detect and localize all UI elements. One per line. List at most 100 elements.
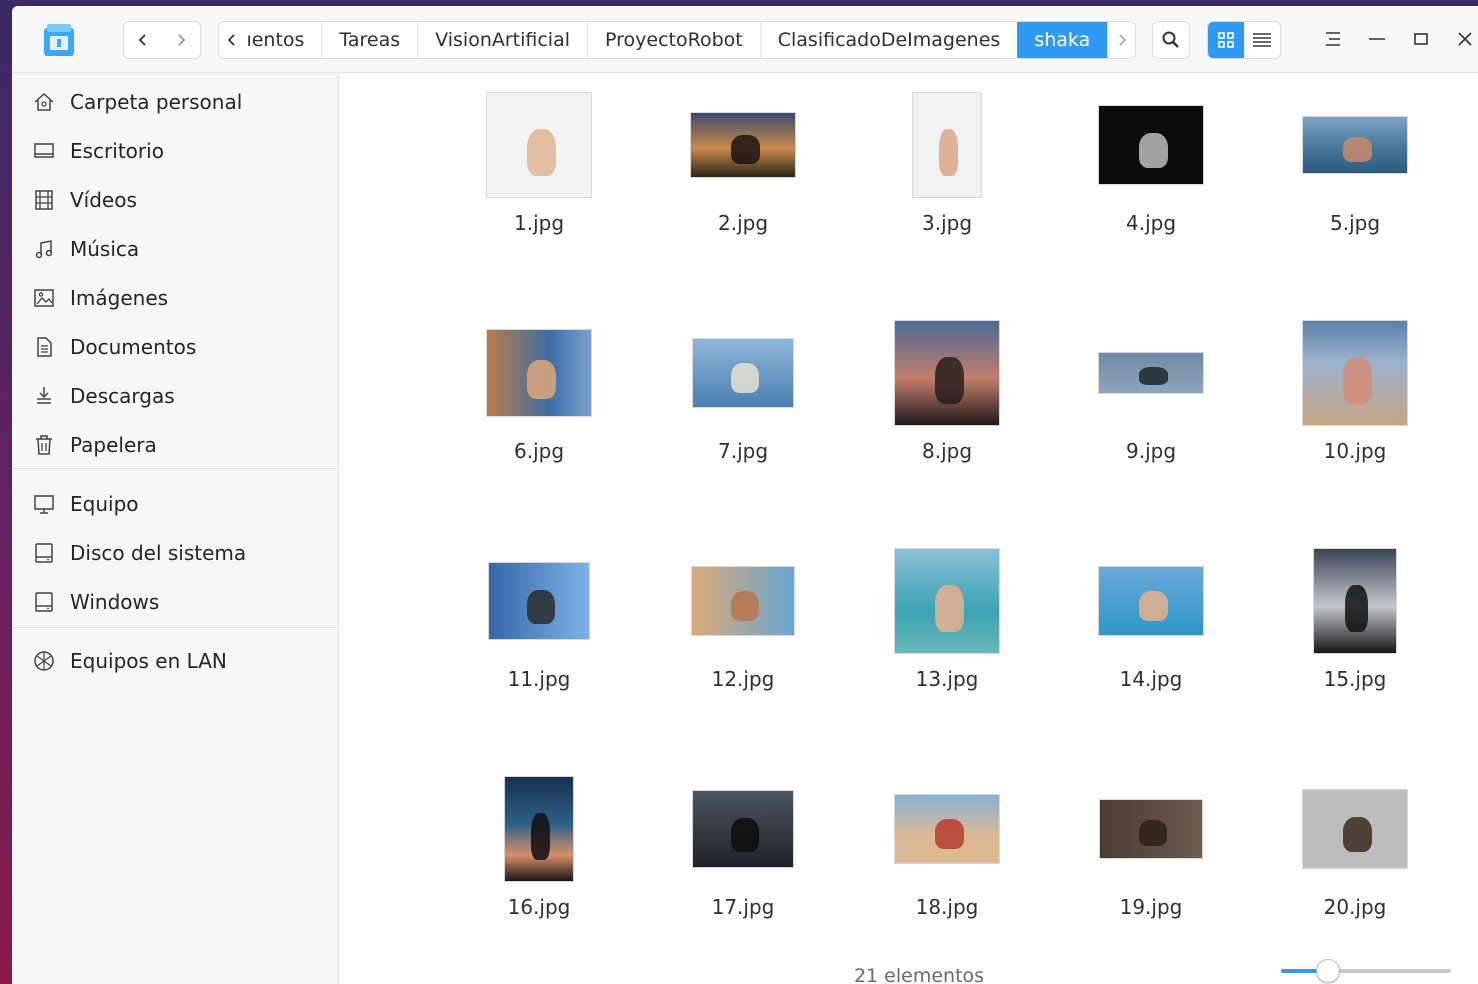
image-thumbnail (1303, 321, 1407, 425)
chevron-right-icon (178, 34, 186, 46)
icon-view-button[interactable] (1208, 22, 1244, 58)
file-name: 1.jpg (513, 211, 565, 235)
sidebar-item[interactable]: Carpeta personal (12, 80, 338, 124)
breadcrumb-item[interactable]: ProyectoRobot (587, 22, 760, 58)
file-item[interactable]: 15.jpg (1270, 541, 1440, 741)
file-item[interactable]: 17.jpg (658, 769, 828, 969)
sidebar-item[interactable]: Música (12, 227, 338, 271)
breadcrumb-item[interactable]: ClasificadoDeImagenes (759, 22, 1018, 58)
thumbnail-subject (730, 590, 760, 622)
menu-button[interactable] (1318, 24, 1348, 54)
sidebar-item[interactable]: Escritorio (12, 129, 338, 173)
search-button[interactable] (1152, 21, 1190, 59)
breadcrumb-item[interactable]: VisionArtificial (417, 22, 587, 58)
thumbnail-subject (1342, 817, 1372, 853)
breadcrumb-item[interactable]: shaka (1017, 22, 1108, 58)
file-item[interactable]: 9.jpg (1066, 313, 1236, 513)
sidebar-item-label: Música (70, 237, 140, 261)
file-item[interactable]: 12.jpg (658, 541, 828, 741)
sidebar-item[interactable]: Papelera (12, 423, 338, 467)
file-name: 8.jpg (921, 439, 973, 463)
thumbnail-subject (730, 135, 760, 165)
music-icon (30, 235, 58, 263)
file-item[interactable]: 14.jpg (1066, 541, 1236, 741)
file-name: 14.jpg (1119, 667, 1183, 691)
file-item[interactable]: 16.jpg (454, 769, 624, 969)
image-icon (30, 284, 58, 312)
thumbnail-subject (934, 585, 964, 633)
thumbnail-frame (454, 769, 624, 889)
file-item[interactable]: 10.jpg (1270, 313, 1440, 513)
file-item[interactable]: 4.jpg (1066, 85, 1236, 285)
image-thumbnail (1314, 549, 1396, 653)
file-name: 18.jpg (915, 895, 979, 919)
list-icon (1253, 33, 1271, 47)
sidebar-item-label: Windows (70, 590, 160, 614)
chevron-left-icon (227, 34, 235, 46)
list-view-button[interactable] (1244, 22, 1280, 58)
file-name: 10.jpg (1323, 439, 1387, 463)
close-button[interactable] (1450, 24, 1478, 54)
image-thumbnail (1100, 800, 1202, 858)
sidebar-item[interactable]: Equipos en LAN (12, 639, 338, 683)
thumbnail-frame (1270, 541, 1440, 661)
image-thumbnail (895, 795, 999, 863)
file-name: 20.jpg (1323, 895, 1387, 919)
sidebar-item[interactable]: Imágenes (12, 276, 338, 320)
thumbnail-frame (658, 769, 828, 889)
image-thumbnail (1303, 790, 1407, 868)
file-name: 9.jpg (1125, 439, 1177, 463)
thumbnail-subject (1138, 590, 1168, 622)
file-item[interactable]: 18.jpg (862, 769, 1032, 969)
thumbnail-frame (454, 541, 624, 661)
breadcrumb-scroll-right-button[interactable] (1107, 22, 1135, 58)
sidebar-item[interactable]: Descargas (12, 374, 338, 418)
minimize-button[interactable] (1362, 24, 1392, 54)
image-thumbnail (693, 791, 793, 867)
file-item[interactable]: 8.jpg (862, 313, 1032, 513)
zoom-slider[interactable] (1281, 959, 1451, 983)
file-item[interactable]: 7.jpg (658, 313, 828, 513)
breadcrumb-item[interactable]: Tareas (321, 22, 417, 58)
thumbnail-frame (862, 769, 1032, 889)
file-item[interactable]: 3.jpg (862, 85, 1032, 285)
maximize-button[interactable] (1406, 24, 1436, 54)
close-icon (1458, 32, 1472, 46)
thumbnail-subject (527, 589, 555, 624)
sidebar-item[interactable]: Windows (12, 580, 338, 624)
sidebar-item[interactable]: Equipo (12, 482, 338, 526)
image-thumbnail (487, 93, 591, 197)
file-name: 12.jpg (711, 667, 775, 691)
file-item[interactable]: 6.jpg (454, 313, 624, 513)
sidebar-item[interactable]: Documentos (12, 325, 338, 369)
file-name: 16.jpg (507, 895, 571, 919)
image-thumbnail (1099, 106, 1203, 184)
file-item[interactable]: 19.jpg (1066, 769, 1236, 969)
sidebar-item-label: Equipo (70, 492, 139, 516)
disk-icon (30, 588, 58, 616)
file-name: 17.jpg (711, 895, 775, 919)
breadcrumb-scroll-left-button[interactable] (219, 22, 244, 58)
file-item[interactable]: 11.jpg (454, 541, 624, 741)
disk-icon (30, 539, 58, 567)
file-item[interactable]: 2.jpg (658, 85, 828, 285)
file-grid: 21 elementos 1.jpg 2.jpg 3.jpg 4.jpg 5.jpg 6.… (339, 73, 1478, 984)
file-item[interactable]: 1.jpg (454, 85, 624, 285)
breadcrumb-item[interactable]: ıentos (244, 22, 321, 58)
file-name: 19.jpg (1119, 895, 1183, 919)
file-item[interactable]: 20.jpg (1270, 769, 1440, 969)
file-item[interactable]: 13.jpg (862, 541, 1032, 741)
trash-icon (30, 431, 58, 459)
chevron-left-icon (138, 34, 146, 46)
back-button[interactable] (124, 22, 162, 58)
file-item[interactable]: 5.jpg (1270, 85, 1440, 285)
sidebar-item-label: Documentos (70, 335, 197, 359)
file-name: 4.jpg (1125, 211, 1177, 235)
sidebar-item[interactable]: Disco del sistema (12, 531, 338, 575)
forward-button[interactable] (162, 22, 200, 58)
sidebar-item[interactable]: Vídeos (12, 178, 338, 222)
grid-icon (1218, 32, 1234, 48)
file-name: 5.jpg (1329, 211, 1381, 235)
thumbnail-frame (1270, 313, 1440, 433)
sidebar-item-label: Disco del sistema (70, 541, 247, 565)
